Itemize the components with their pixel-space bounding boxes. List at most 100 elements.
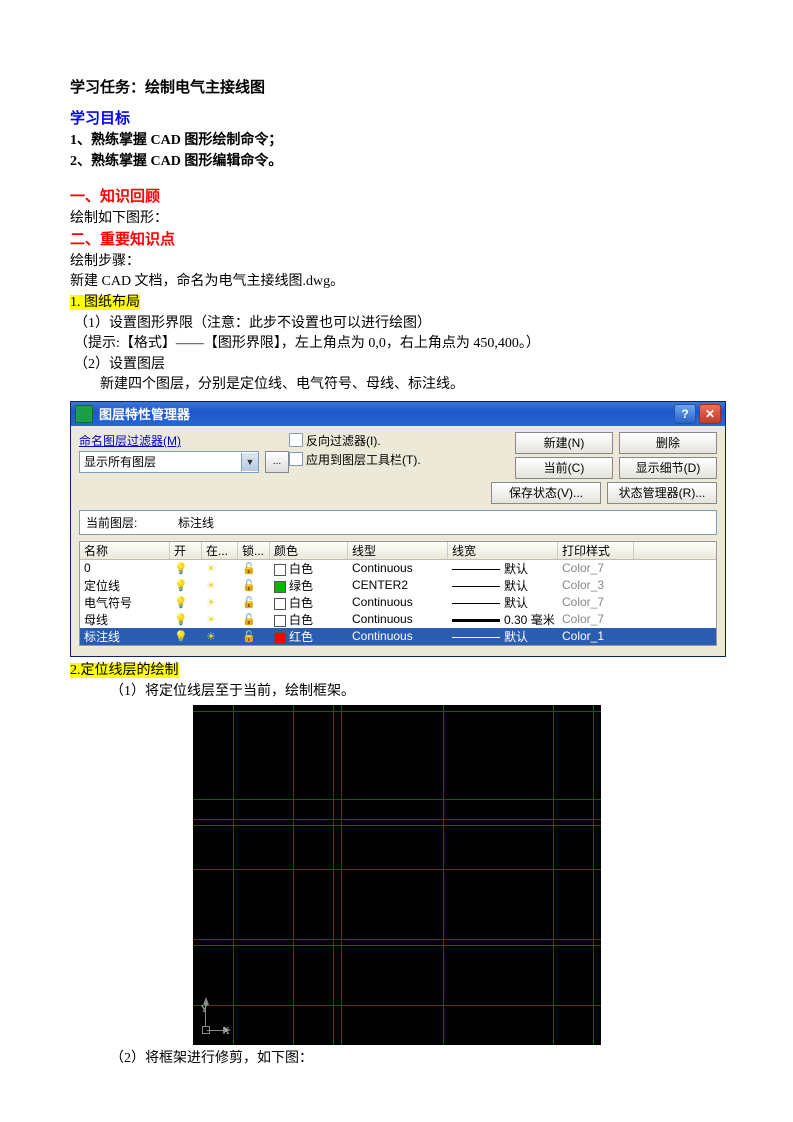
cell-lock[interactable]: 🔓: [238, 629, 270, 643]
cell-lineweight[interactable]: 0.30 毫米: [448, 611, 558, 628]
color-swatch: [274, 615, 286, 627]
cell-on[interactable]: 💡: [170, 629, 202, 643]
color-swatch: [274, 598, 286, 610]
axis-x-label: X: [223, 1026, 230, 1037]
col-name[interactable]: 名称: [80, 542, 170, 559]
lineweight-icon: [452, 603, 500, 604]
cell-name: 标注线: [80, 628, 170, 645]
cell-lineweight[interactable]: 默认: [448, 594, 558, 611]
bulb-icon: 💡: [174, 631, 188, 643]
cell-lock[interactable]: 🔓: [238, 595, 270, 609]
layer-filter-combo[interactable]: 显示所有图层 ▼: [79, 451, 259, 473]
step-1b: （提示:【格式】——【图形界限】，左上角点为 0,0，右上角点为 450,400…: [70, 334, 723, 354]
cell-on[interactable]: 💡: [170, 561, 202, 575]
chevron-down-icon[interactable]: ▼: [241, 453, 258, 471]
cell-freeze[interactable]: ☀: [202, 561, 238, 575]
cell-plot[interactable]: Color_7: [558, 612, 634, 626]
lock-icon: 🔓: [242, 614, 256, 626]
cell-linetype[interactable]: Continuous: [348, 561, 448, 575]
lock-icon: 🔓: [242, 597, 256, 609]
table-header[interactable]: 名称 开 在... 锁... 颜色 线型 线宽 打印样式: [80, 542, 716, 560]
color-swatch: [274, 581, 286, 593]
sun-icon: ☀: [206, 563, 216, 575]
cell-linetype[interactable]: CENTER2: [348, 578, 448, 592]
cell-on[interactable]: 💡: [170, 595, 202, 609]
new-button[interactable]: 新建(N): [515, 432, 613, 454]
cell-linetype[interactable]: Continuous: [348, 629, 448, 643]
table-row[interactable]: 电气符号💡☀🔓白色Continuous默认Color_7: [80, 594, 716, 611]
cell-freeze[interactable]: ☀: [202, 629, 238, 643]
detail-button[interactable]: 显示细节(D): [619, 457, 717, 479]
cell-freeze[interactable]: ☀: [202, 578, 238, 592]
titlebar[interactable]: 图层特性管理器 ? ✕: [71, 402, 725, 426]
cell-plot[interactable]: Color_7: [558, 595, 634, 609]
cell-plot[interactable]: Color_3: [558, 578, 634, 592]
ucs-origin-icon: [202, 1026, 210, 1034]
lineweight-icon: [452, 586, 500, 587]
cell-color[interactable]: 白色: [270, 611, 348, 628]
sun-icon: ☀: [206, 614, 216, 626]
state-manager-button[interactable]: 状态管理器(R)...: [607, 482, 717, 504]
close-button[interactable]: ✕: [699, 404, 721, 424]
cell-lineweight[interactable]: 默认: [448, 628, 558, 645]
apply-toolbar-label: 应用到图层工具栏(T).: [306, 451, 421, 468]
filter-browse-button[interactable]: ...: [265, 451, 289, 473]
cell-freeze[interactable]: ☀: [202, 595, 238, 609]
col-lock[interactable]: 锁...: [238, 542, 270, 559]
filter-label[interactable]: 命名图层过滤器(M): [79, 432, 289, 449]
cell-name: 0: [80, 561, 170, 575]
cell-on[interactable]: 💡: [170, 612, 202, 626]
cell-lineweight[interactable]: 默认: [448, 577, 558, 594]
cell-plot[interactable]: Color_1: [558, 629, 634, 643]
bulb-icon: 💡: [174, 563, 188, 575]
layer-manager-window: 图层特性管理器 ? ✕ 命名图层过滤器(M) 显示所有图层 ▼ ...: [70, 401, 726, 657]
section-2-line-2: 新建 CAD 文档，命名为电气主接线图.dwg。: [70, 272, 723, 292]
current-layer-field: 当前图层: 标注线: [79, 510, 717, 535]
col-on[interactable]: 开: [170, 542, 202, 559]
step-1a: （1）设置图形界限（注意：此步不设置也可以进行绘图）: [70, 314, 723, 334]
combo-value: 显示所有图层: [80, 453, 241, 470]
cad-viewport[interactable]: Y X: [193, 705, 601, 1045]
table-row[interactable]: 定位线💡☀🔓绿色CENTER2默认Color_3: [80, 577, 716, 594]
save-state-button[interactable]: 保存状态(V)...: [491, 482, 601, 504]
col-plot[interactable]: 打印样式: [558, 542, 634, 559]
cell-lock[interactable]: 🔓: [238, 578, 270, 592]
cell-plot[interactable]: Color_7: [558, 561, 634, 575]
table-row[interactable]: 0 💡 ☀ 🔓白色Continuous默认Color_7: [80, 560, 716, 577]
cell-linetype[interactable]: Continuous: [348, 612, 448, 626]
invert-filter-checkbox[interactable]: 反向过滤器(I).: [289, 432, 459, 449]
section-1-line-1: 绘制如下图形：: [70, 209, 723, 229]
step-2-highlight: 2.定位线层的绘制: [70, 663, 179, 678]
lineweight-icon: [452, 637, 500, 638]
lineweight-icon: [452, 569, 500, 570]
cell-color[interactable]: 白色: [270, 594, 348, 611]
color-swatch: [274, 564, 286, 576]
cell-linetype[interactable]: Continuous: [348, 595, 448, 609]
col-color[interactable]: 颜色: [270, 542, 348, 559]
help-button[interactable]: ?: [674, 404, 696, 424]
cell-on[interactable]: 💡: [170, 578, 202, 592]
checkbox-icon: [289, 452, 303, 466]
col-linetype[interactable]: 线型: [348, 542, 448, 559]
col-freeze[interactable]: 在...: [202, 542, 238, 559]
cell-color[interactable]: 白色: [270, 560, 348, 577]
apply-toolbar-checkbox[interactable]: 应用到图层工具栏(T).: [289, 451, 459, 468]
delete-button[interactable]: 删除: [619, 432, 717, 454]
lineweight-icon: [452, 619, 500, 622]
bulb-icon: 💡: [174, 580, 188, 592]
cell-color[interactable]: 红色: [270, 628, 348, 645]
cell-freeze[interactable]: ☀: [202, 612, 238, 626]
current-layer-label: 当前图层:: [86, 514, 178, 531]
cell-lock[interactable]: 🔓: [238, 561, 270, 575]
col-lineweight[interactable]: 线宽: [448, 542, 558, 559]
checkbox-icon: [289, 433, 303, 447]
task-title: 学习任务：绘制电气主接线图: [70, 76, 723, 97]
table-row[interactable]: 标注线 💡 ☀🔓红色Continuous默认Color_1: [80, 628, 716, 645]
cell-lineweight[interactable]: 默认: [448, 560, 558, 577]
current-button[interactable]: 当前(C): [515, 457, 613, 479]
goal-2: 2、熟练掌握 CAD 图形编辑命令。: [70, 152, 723, 172]
step-1-highlight: 1. 图纸布局: [70, 295, 140, 310]
table-row[interactable]: 母线💡☀🔓白色Continuous0.30 毫米Color_7: [80, 611, 716, 628]
cell-lock[interactable]: 🔓: [238, 612, 270, 626]
cell-color[interactable]: 绿色: [270, 577, 348, 594]
